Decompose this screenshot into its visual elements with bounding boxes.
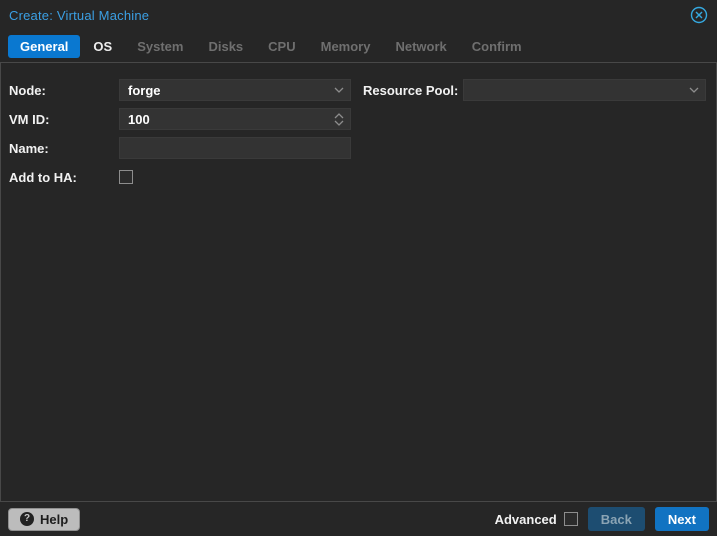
tab-general[interactable]: General bbox=[8, 34, 81, 58]
titlebar: Create: Virtual Machine bbox=[0, 0, 717, 30]
tab-disks: Disks bbox=[208, 38, 244, 54]
help-button[interactable]: ? Help bbox=[8, 507, 81, 531]
node-select-input[interactable] bbox=[120, 80, 328, 100]
vmid-spinner[interactable] bbox=[119, 108, 351, 130]
back-button[interactable]: Back bbox=[587, 507, 645, 531]
node-label: Node: bbox=[9, 82, 46, 98]
tab-memory: Memory bbox=[320, 38, 371, 54]
form-right-column: Resource Pool: bbox=[363, 79, 706, 195]
tab-system: System bbox=[137, 38, 184, 54]
tabbar: General OS System Disks CPU Memory Netwo… bbox=[0, 30, 717, 62]
pool-label: Resource Pool: bbox=[363, 82, 459, 98]
name-label: Name: bbox=[9, 140, 49, 156]
tab-os[interactable]: OS bbox=[81, 35, 124, 58]
close-icon[interactable] bbox=[690, 6, 708, 24]
pool-select[interactable] bbox=[463, 79, 706, 101]
help-button-label: Help bbox=[40, 511, 69, 527]
next-button[interactable]: Next bbox=[654, 507, 709, 531]
advanced-checkbox[interactable] bbox=[563, 512, 578, 526]
chevron-down-icon[interactable] bbox=[328, 80, 350, 100]
name-row: Name: bbox=[9, 137, 351, 159]
form-left-column: Node: VM ID: bbox=[9, 79, 351, 195]
advanced-label: Advanced bbox=[494, 511, 557, 527]
create-vm-dialog: Create: Virtual Machine General OS Syste… bbox=[0, 0, 717, 536]
vmid-input[interactable] bbox=[120, 109, 328, 129]
vmid-label: VM ID: bbox=[9, 111, 50, 127]
node-row: Node: bbox=[9, 79, 351, 101]
node-select[interactable] bbox=[119, 79, 351, 101]
tab-network: Network bbox=[395, 38, 447, 54]
chevron-down-icon[interactable] bbox=[683, 80, 705, 100]
page-title: Create: Virtual Machine bbox=[9, 7, 150, 23]
footer-toolbar: ? Help Advanced Back Next bbox=[0, 502, 717, 536]
general-form: Node: VM ID: bbox=[1, 63, 716, 195]
advanced-toggle: Advanced bbox=[495, 512, 578, 527]
name-input[interactable] bbox=[120, 138, 350, 158]
spinner-up-icon bbox=[334, 112, 344, 118]
pool-row: Resource Pool: bbox=[363, 79, 706, 101]
tab-cpu: CPU bbox=[268, 38, 296, 54]
ha-label: Add to HA: bbox=[9, 169, 77, 185]
pool-select-input[interactable] bbox=[464, 80, 683, 100]
ha-checkbox[interactable] bbox=[119, 170, 133, 184]
vmid-row: VM ID: bbox=[9, 108, 351, 130]
ha-row: Add to HA: bbox=[9, 166, 351, 188]
spinner-arrows[interactable] bbox=[328, 109, 350, 129]
tab-confirm: Confirm bbox=[471, 38, 522, 54]
spinner-down-icon bbox=[334, 120, 344, 126]
help-icon: ? bbox=[20, 512, 34, 526]
name-field[interactable] bbox=[119, 137, 351, 159]
general-panel: Node: VM ID: bbox=[0, 62, 717, 502]
